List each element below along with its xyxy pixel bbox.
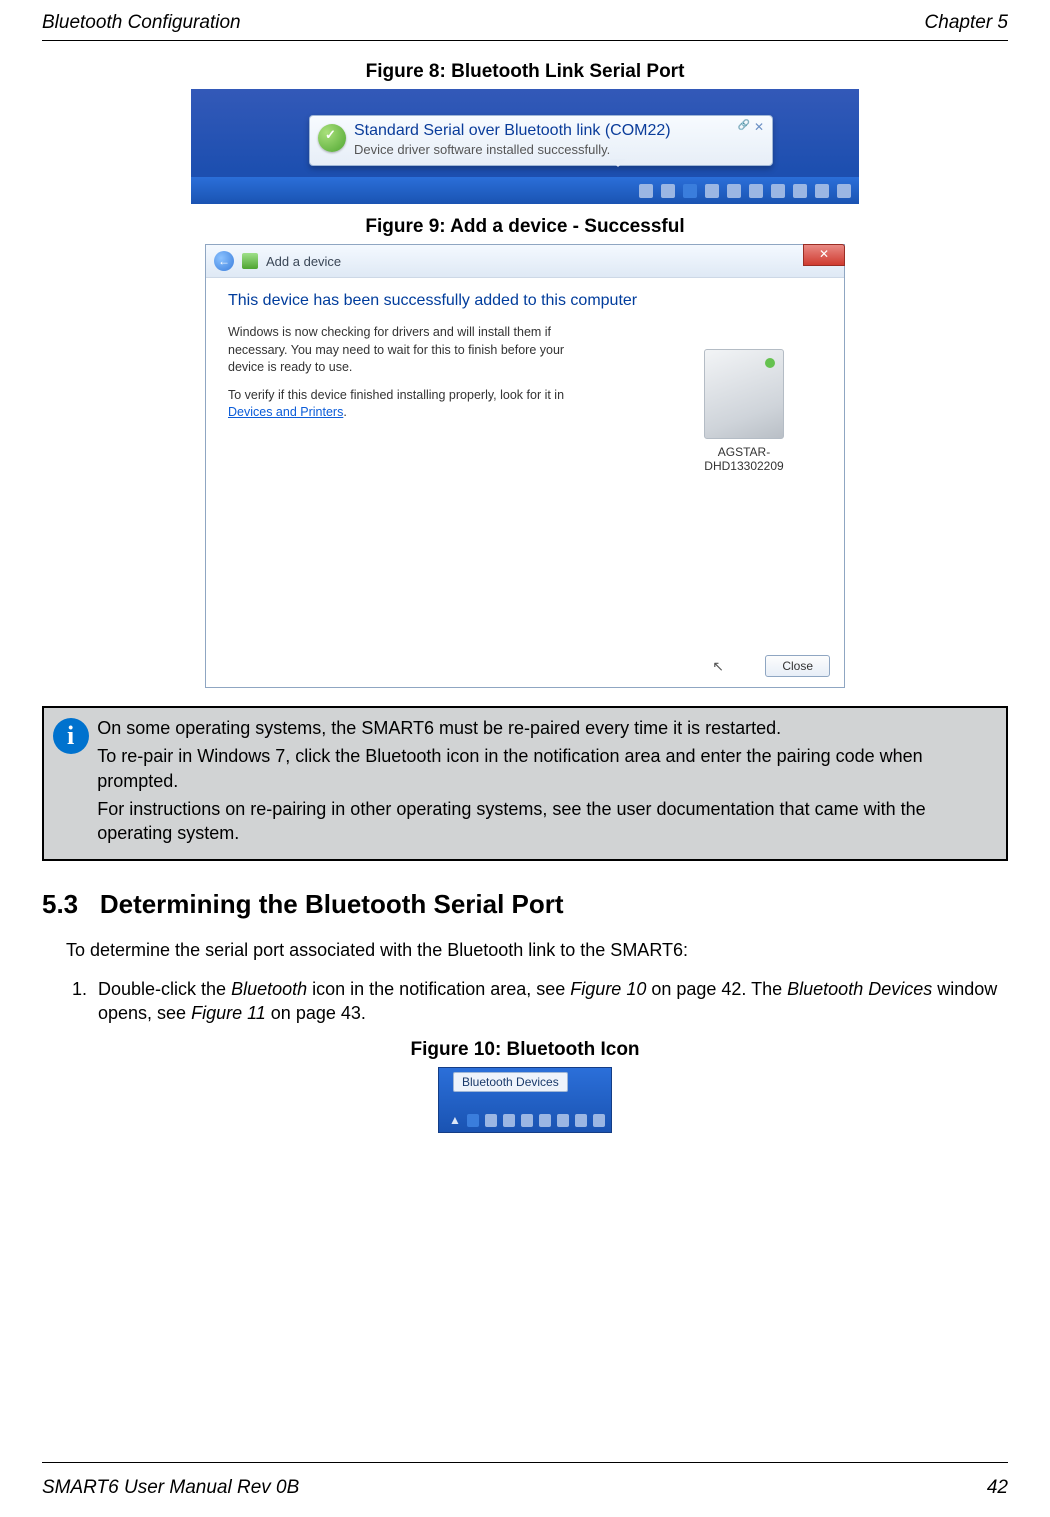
window-title: Add a device <box>266 254 341 269</box>
driver-install-balloon: 🔗 ✕ Standard Serial over Bluetooth link … <box>309 115 773 166</box>
figure9-caption: Figure 9: Add a device - Successful <box>42 216 1008 238</box>
device-icon <box>704 349 784 439</box>
tray-icon <box>815 184 829 198</box>
section-5-3-heading: 5.3 Determining the Bluetooth Serial Por… <box>42 889 1008 920</box>
tray-icon <box>661 184 675 198</box>
tray-icon <box>593 1114 605 1127</box>
footer-rule <box>42 1462 1008 1463</box>
device-name: AGSTAR-DHD13302209 <box>696 445 792 473</box>
success-heading: This device has been successfully added … <box>228 292 822 310</box>
balloon-subtitle: Device driver software installed success… <box>354 142 764 157</box>
window-footer: Close <box>765 655 830 677</box>
tray-expand-icon: ▲ <box>449 1113 461 1127</box>
tray-icon <box>749 184 763 198</box>
figure9-image: ✕ ← Add a device This device has been su… <box>205 244 845 688</box>
balloon-title: Standard Serial over Bluetooth link (COM… <box>354 122 764 140</box>
page-content: Figure 8: Bluetooth Link Serial Port 🔗 ✕… <box>0 41 1050 1133</box>
tray-icon <box>503 1114 515 1127</box>
balloon-close-icon[interactable]: ✕ <box>754 120 764 134</box>
tray-icon <box>485 1114 497 1127</box>
info-text: On some operating systems, the SMART6 mu… <box>97 708 1006 859</box>
tray-icon <box>639 184 653 198</box>
info-p3: For instructions on re-pairing in other … <box>97 797 992 846</box>
tray-icon <box>557 1114 569 1127</box>
steps-list: Double-click the Bluetooth icon in the n… <box>66 977 1008 1026</box>
close-button[interactable]: Close <box>765 655 830 677</box>
add-device-icon <box>242 253 258 269</box>
page-footer: SMART6 User Manual Rev 0B 42 <box>42 1477 1008 1499</box>
tray-icon <box>705 184 719 198</box>
footer-right: 42 <box>987 1477 1008 1499</box>
page-header: Bluetooth Configuration Chapter 5 <box>0 0 1050 40</box>
figure10-image: Bluetooth Devices ▲ <box>438 1067 612 1133</box>
success-para1: Windows is now checking for drivers and … <box>228 324 588 377</box>
info-p1: On some operating systems, the SMART6 mu… <box>97 716 992 740</box>
tray-icon <box>575 1114 587 1127</box>
bluetooth-icon <box>683 184 697 198</box>
header-left: Bluetooth Configuration <box>42 12 241 34</box>
success-para2: To verify if this device finished instal… <box>228 387 588 422</box>
section-number: 5.3 <box>42 889 78 919</box>
header-right: Chapter 5 <box>925 12 1008 34</box>
info-p2: To re-pair in Windows 7, click the Bluet… <box>97 744 992 793</box>
balloon-link-icon: 🔗 <box>738 120 750 131</box>
bluetooth-icon[interactable] <box>467 1114 479 1127</box>
figure10-caption: Figure 10: Bluetooth Icon <box>42 1039 1008 1061</box>
figure8-image: 🔗 ✕ Standard Serial over Bluetooth link … <box>191 89 859 204</box>
info-callout: i On some operating systems, the SMART6 … <box>42 706 1008 861</box>
tray-icon <box>793 184 807 198</box>
section-title: Determining the Bluetooth Serial Port <box>100 889 564 919</box>
cursor-icon: ↖ <box>712 658 724 675</box>
footer-left: SMART6 User Manual Rev 0B <box>42 1477 299 1499</box>
success-check-icon <box>318 124 346 152</box>
bluetooth-tooltip: Bluetooth Devices <box>453 1072 568 1092</box>
window-titlebar: ← Add a device <box>206 245 844 278</box>
step-1: Double-click the Bluetooth icon in the n… <box>92 977 1008 1026</box>
system-tray: ▲ <box>449 1113 605 1127</box>
tray-icon <box>521 1114 533 1127</box>
info-icon-cell: i <box>44 708 97 859</box>
tray-icon <box>771 184 785 198</box>
paired-device: AGSTAR-DHD13302209 <box>696 349 792 473</box>
tray-icon <box>727 184 741 198</box>
info-icon: i <box>53 718 89 754</box>
back-button-icon[interactable]: ← <box>214 251 234 271</box>
tray-icon <box>539 1114 551 1127</box>
section-intro: To determine the serial port associated … <box>66 938 1008 962</box>
window-close-button[interactable]: ✕ <box>803 244 845 266</box>
taskbar <box>191 177 859 204</box>
figure8-caption: Figure 8: Bluetooth Link Serial Port <box>42 61 1008 83</box>
devices-and-printers-link[interactable]: Devices and Printers <box>228 405 343 419</box>
tray-icon <box>837 184 851 198</box>
